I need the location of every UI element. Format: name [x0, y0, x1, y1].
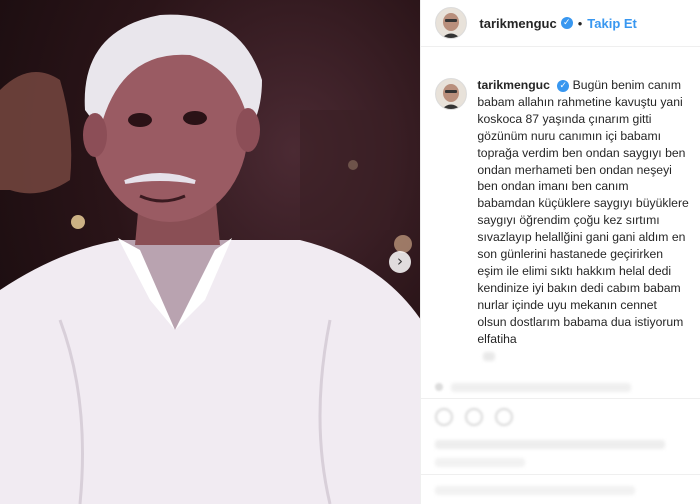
blurred-comment-input[interactable] — [435, 486, 636, 495]
chevron-right-icon: › — [397, 251, 403, 270]
next-photo-button[interactable]: › — [389, 251, 411, 273]
blurred-dot — [435, 383, 444, 391]
divider — [421, 398, 700, 399]
avatar[interactable] — [435, 78, 468, 110]
comment-icon[interactable] — [465, 408, 484, 426]
share-icon[interactable] — [495, 408, 514, 426]
caption-comment: tarikmenguc ✓ Bugün benim canım babam al… — [435, 78, 697, 348]
blurred-reply-line — [451, 383, 632, 392]
verified-badge-icon: ✓ — [557, 79, 570, 92]
heart-icon[interactable] — [435, 408, 454, 426]
blurred-likes-line — [435, 440, 666, 449]
post-photo[interactable]: › — [0, 0, 421, 504]
caption-text: Bugün benim canım babam allahın rahmetin… — [477, 78, 689, 346]
blurred-date-line — [435, 458, 526, 467]
blurred-timestamp — [483, 352, 496, 361]
post-username[interactable]: tarikmenguc — [479, 16, 556, 31]
instagram-post-view: › tarikmenguc ✓ • Takip Et tarikmenguc ✓… — [0, 0, 700, 504]
post-side-panel: tarikmenguc ✓ • Takip Et tarikmenguc ✓ B… — [420, 0, 700, 504]
avatar[interactable] — [435, 7, 468, 39]
divider — [421, 474, 700, 475]
photo-illustration — [0, 14, 421, 504]
verified-badge-icon: ✓ — [560, 17, 573, 29]
avatar-image — [436, 79, 467, 109]
post-header: tarikmenguc ✓ • Takip Et — [421, 0, 700, 47]
caption-username[interactable]: tarikmenguc — [477, 78, 549, 92]
avatar-image — [436, 8, 467, 38]
follow-button[interactable]: Takip Et — [587, 16, 637, 31]
caption-text-block: tarikmenguc ✓ Bugün benim canım babam al… — [477, 77, 689, 348]
separator-dot: • — [577, 15, 583, 31]
